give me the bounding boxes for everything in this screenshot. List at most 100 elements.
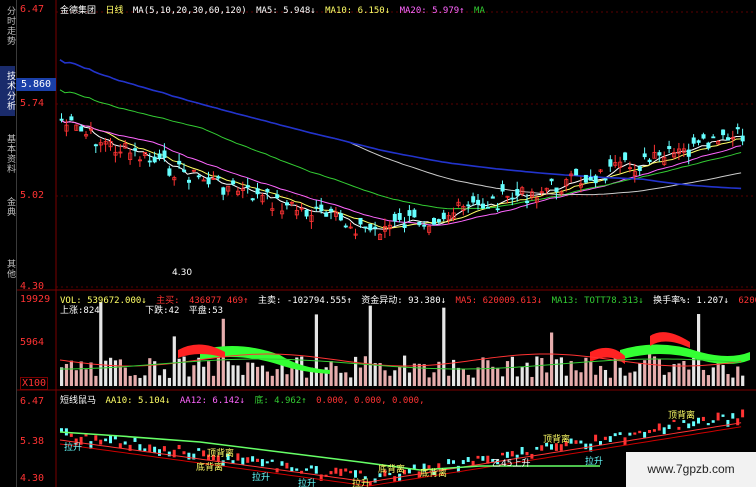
candle-body [324, 212, 329, 217]
tab-intraday[interactable]: 分时走势 [0, 2, 15, 50]
volume-bar [207, 361, 211, 386]
candle-body [525, 200, 530, 204]
volume-bar [628, 372, 632, 386]
candle-body [221, 187, 226, 195]
indicator-bar [104, 438, 108, 442]
volume-bar [300, 356, 304, 386]
indicator-bar [657, 423, 661, 431]
indicator-bar [501, 452, 504, 456]
volume-bar [216, 357, 220, 386]
chart-canvas[interactable] [0, 0, 756, 487]
volume-bar [192, 365, 196, 386]
indicator-bar [158, 449, 161, 456]
indicator-bar [736, 418, 740, 426]
volume-bar [736, 366, 740, 386]
volume-bar [515, 376, 519, 386]
volume-bar [447, 375, 451, 386]
candle-body [245, 185, 250, 188]
tab-classic[interactable]: 金典 [0, 192, 15, 222]
tab-technical[interactable]: 技术分析 [0, 66, 15, 116]
candle-body [667, 146, 672, 150]
indicator-bar [731, 413, 735, 419]
indicator-bar [251, 456, 255, 462]
indicator-bar [461, 460, 465, 465]
volume-bar [701, 369, 706, 386]
volume-bar [452, 359, 456, 386]
candle-body [422, 224, 427, 227]
volume-bar [667, 372, 671, 386]
tab-fundamentals[interactable]: 基本资料 [0, 130, 15, 178]
volume-bar [726, 374, 730, 386]
volume-bar [559, 357, 563, 386]
volume-bar [618, 367, 622, 386]
volume-bar [202, 366, 206, 386]
indicator-bar [476, 455, 480, 459]
candle-body [79, 126, 84, 132]
tab-other[interactable]: 其他 [0, 256, 15, 282]
indicator-bar [123, 441, 127, 445]
candle-body [412, 209, 417, 218]
candle-body [495, 208, 500, 211]
period-label[interactable]: 日线 [105, 6, 123, 16]
indicator-bar [706, 423, 710, 426]
volume-bar [251, 362, 255, 386]
candle-body [343, 225, 348, 228]
candle-body [431, 218, 436, 225]
volume-bar [427, 377, 431, 386]
volume-bar [692, 358, 696, 386]
volume-bar [319, 371, 323, 386]
indicator-bar [329, 471, 333, 475]
price-axis-top: 6.47 [20, 4, 45, 15]
volume-bar [657, 359, 661, 386]
indicator-bar [466, 457, 470, 462]
volume-bar [456, 367, 461, 386]
vol-ma13-value: MA13: TOTT78.313↓ [551, 296, 644, 306]
volume-bar [638, 363, 642, 386]
indicator-bar [285, 462, 289, 469]
ma-line [59, 119, 742, 226]
volume-bar [432, 372, 436, 386]
candle-body [407, 210, 412, 216]
volume-bar [398, 366, 402, 386]
volume-bar [339, 372, 343, 386]
candle-body [441, 212, 446, 220]
indicator-bar [109, 435, 112, 444]
kdj-axis-top: 6.47 [20, 396, 45, 407]
ma-tail: MA [474, 6, 485, 16]
volume-bar [128, 375, 132, 386]
indicator-bar [241, 457, 245, 465]
indicator-bar [628, 432, 632, 436]
indicator-bar [393, 476, 397, 482]
indicator-bar [481, 456, 485, 461]
volume-bar [662, 374, 666, 386]
candle-body [182, 169, 187, 172]
ma-params: MA(5,10,20,30,60,120) [132, 6, 247, 16]
indicator-bar [569, 438, 573, 444]
indicator-bar [643, 431, 647, 438]
indicator-bar [314, 466, 318, 474]
candle-body [255, 188, 260, 195]
volume-bar [89, 362, 93, 386]
indicator-bar [133, 437, 137, 442]
candle-body [711, 136, 716, 139]
indicator-bar [633, 432, 637, 435]
volume-bar [354, 356, 358, 386]
volume-bar [172, 336, 176, 386]
indicator-bar [662, 427, 666, 435]
kdj-title: 短线鼠马 [60, 396, 97, 406]
candle-body [583, 174, 588, 183]
price-header: 金德集团 日线 MA(5,10,20,30,60,120) MA5: 5.948… [60, 3, 489, 16]
volume-bar [270, 375, 274, 386]
kdj-header: 短线鼠马 AA10: 5.104↓ AA12: 6.142↓ 底: 4.962↑… [60, 393, 429, 406]
candle-body [319, 204, 324, 212]
volume-bar [554, 359, 559, 386]
indicator-bar [520, 446, 524, 455]
volume-bar [123, 367, 127, 386]
volume-bar [182, 356, 186, 386]
volume-bar [79, 361, 83, 386]
low-price-label: 4.30 [172, 268, 193, 278]
indicator-bar [594, 434, 598, 442]
indicator-bar [701, 416, 705, 421]
indicator-bar [172, 449, 176, 458]
ma10-value: MA10: 6.150↓ [325, 6, 391, 16]
